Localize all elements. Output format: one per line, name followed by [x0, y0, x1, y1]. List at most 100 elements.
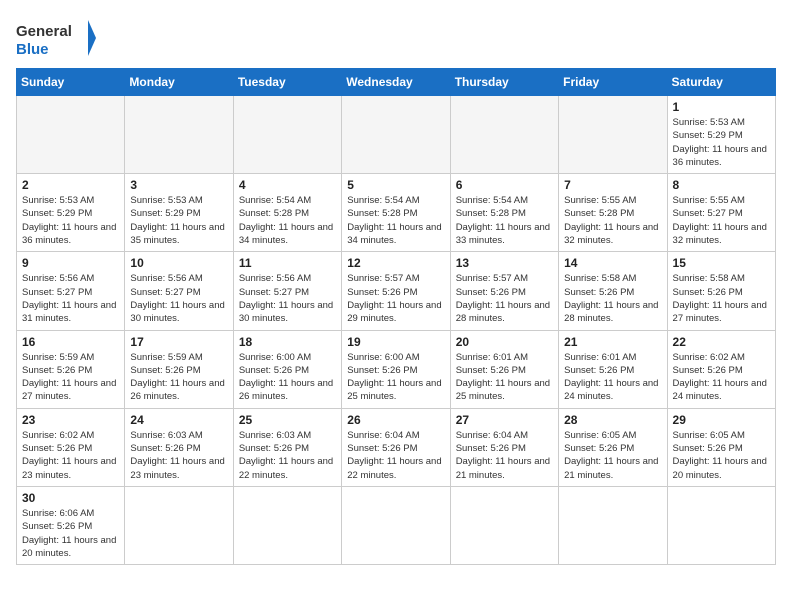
day-number: 7	[564, 178, 661, 192]
calendar-cell: 7 Sunrise: 5:55 AM Sunset: 5:28 PM Daylig…	[559, 174, 667, 252]
calendar-cell: 11 Sunrise: 5:56 AM Sunset: 5:27 PM Dayli…	[233, 252, 341, 330]
day-info: Sunrise: 6:00 AM Sunset: 5:26 PM Dayligh…	[239, 351, 336, 404]
calendar-cell: 3 Sunrise: 5:53 AM Sunset: 5:29 PM Daylig…	[125, 174, 233, 252]
calendar-row: 30 Sunrise: 6:06 AM Sunset: 5:26 PM Dayli…	[17, 486, 776, 564]
calendar-cell: 1Sunrise: 5:53 AM Sunset: 5:29 PM Daylig…	[667, 96, 775, 174]
day-info: Sunrise: 6:01 AM Sunset: 5:26 PM Dayligh…	[564, 351, 661, 404]
day-info: Sunrise: 5:56 AM Sunset: 5:27 PM Dayligh…	[22, 272, 119, 325]
day-number: 11	[239, 256, 336, 270]
weekday-header-friday: Friday	[559, 69, 667, 96]
day-info: Sunrise: 5:59 AM Sunset: 5:26 PM Dayligh…	[22, 351, 119, 404]
day-number: 16	[22, 335, 119, 349]
calendar-cell	[233, 96, 341, 174]
day-info: Sunrise: 5:54 AM Sunset: 5:28 PM Dayligh…	[456, 194, 553, 247]
day-number: 14	[564, 256, 661, 270]
calendar-cell: 22Sunrise: 6:02 AM Sunset: 5:26 PM Dayli…	[667, 330, 775, 408]
calendar-row: 9Sunrise: 5:56 AM Sunset: 5:27 PM Daylig…	[17, 252, 776, 330]
logo-svg: General Blue	[16, 16, 96, 60]
calendar-cell	[342, 486, 450, 564]
calendar-cell: 30 Sunrise: 6:06 AM Sunset: 5:26 PM Dayli…	[17, 486, 125, 564]
day-number: 4	[239, 178, 336, 192]
calendar-cell: 6 Sunrise: 5:54 AM Sunset: 5:28 PM Daylig…	[450, 174, 558, 252]
calendar-cell: 23Sunrise: 6:02 AM Sunset: 5:26 PM Dayli…	[17, 408, 125, 486]
calendar-cell: 28Sunrise: 6:05 AM Sunset: 5:26 PM Dayli…	[559, 408, 667, 486]
calendar-cell	[450, 486, 558, 564]
calendar-cell: 25 Sunrise: 6:03 AM Sunset: 5:26 PM Dayli…	[233, 408, 341, 486]
day-info: Sunrise: 6:05 AM Sunset: 5:26 PM Dayligh…	[564, 429, 661, 482]
calendar-cell: 8 Sunrise: 5:55 AM Sunset: 5:27 PM Daylig…	[667, 174, 775, 252]
weekday-header-sunday: Sunday	[17, 69, 125, 96]
day-number: 15	[673, 256, 770, 270]
calendar-cell	[17, 96, 125, 174]
day-number: 18	[239, 335, 336, 349]
calendar-cell: 14 Sunrise: 5:58 AM Sunset: 5:26 PM Dayli…	[559, 252, 667, 330]
day-info: Sunrise: 5:57 AM Sunset: 5:26 PM Dayligh…	[347, 272, 444, 325]
calendar-cell: 17 Sunrise: 5:59 AM Sunset: 5:26 PM Dayli…	[125, 330, 233, 408]
day-info: Sunrise: 5:55 AM Sunset: 5:27 PM Dayligh…	[673, 194, 770, 247]
calendar-row: 16 Sunrise: 5:59 AM Sunset: 5:26 PM Dayli…	[17, 330, 776, 408]
day-info: Sunrise: 5:53 AM Sunset: 5:29 PM Dayligh…	[673, 116, 770, 169]
day-info: Sunrise: 5:54 AM Sunset: 5:28 PM Dayligh…	[347, 194, 444, 247]
weekday-header-saturday: Saturday	[667, 69, 775, 96]
day-number: 27	[456, 413, 553, 427]
calendar-cell: 21 Sunrise: 6:01 AM Sunset: 5:26 PM Dayli…	[559, 330, 667, 408]
day-info: Sunrise: 6:03 AM Sunset: 5:26 PM Dayligh…	[239, 429, 336, 482]
day-number: 2	[22, 178, 119, 192]
calendar-cell: 5Sunrise: 5:54 AM Sunset: 5:28 PM Daylig…	[342, 174, 450, 252]
day-info: Sunrise: 5:56 AM Sunset: 5:27 PM Dayligh…	[239, 272, 336, 325]
day-info: Sunrise: 5:53 AM Sunset: 5:29 PM Dayligh…	[130, 194, 227, 247]
calendar-cell	[342, 96, 450, 174]
day-info: Sunrise: 6:04 AM Sunset: 5:26 PM Dayligh…	[456, 429, 553, 482]
day-number: 25	[239, 413, 336, 427]
calendar-cell: 2Sunrise: 5:53 AM Sunset: 5:29 PM Daylig…	[17, 174, 125, 252]
calendar-cell	[125, 486, 233, 564]
day-number: 6	[456, 178, 553, 192]
svg-text:Blue: Blue	[16, 41, 49, 58]
day-info: Sunrise: 5:58 AM Sunset: 5:26 PM Dayligh…	[673, 272, 770, 325]
day-number: 20	[456, 335, 553, 349]
day-info: Sunrise: 5:56 AM Sunset: 5:27 PM Dayligh…	[130, 272, 227, 325]
calendar-cell: 19 Sunrise: 6:00 AM Sunset: 5:26 PM Dayli…	[342, 330, 450, 408]
calendar-cell	[559, 96, 667, 174]
calendar-row: 1Sunrise: 5:53 AM Sunset: 5:29 PM Daylig…	[17, 96, 776, 174]
calendar-cell	[450, 96, 558, 174]
day-number: 19	[347, 335, 444, 349]
calendar-cell	[125, 96, 233, 174]
calendar-cell	[233, 486, 341, 564]
day-info: Sunrise: 6:02 AM Sunset: 5:26 PM Dayligh…	[673, 351, 770, 404]
calendar-cell: 9Sunrise: 5:56 AM Sunset: 5:27 PM Daylig…	[17, 252, 125, 330]
day-number: 26	[347, 413, 444, 427]
calendar-cell: 10Sunrise: 5:56 AM Sunset: 5:27 PM Dayli…	[125, 252, 233, 330]
day-info: Sunrise: 5:55 AM Sunset: 5:28 PM Dayligh…	[564, 194, 661, 247]
day-number: 21	[564, 335, 661, 349]
day-info: Sunrise: 5:57 AM Sunset: 5:26 PM Dayligh…	[456, 272, 553, 325]
day-number: 24	[130, 413, 227, 427]
day-number: 3	[130, 178, 227, 192]
calendar-cell: 27 Sunrise: 6:04 AM Sunset: 5:26 PM Dayli…	[450, 408, 558, 486]
day-number: 30	[22, 491, 119, 505]
calendar-row: 2 Sunrise: 5:53 AM Sunset: 5:29 PM Daylig…	[17, 174, 776, 252]
weekday-header-tuesday: Tuesday	[233, 69, 341, 96]
day-info: Sunrise: 5:54 AM Sunset: 5:28 PM Dayligh…	[239, 194, 336, 247]
day-info: Sunrise: 6:00 AM Sunset: 5:26 PM Dayligh…	[347, 351, 444, 404]
day-number: 17	[130, 335, 227, 349]
day-number: 13	[456, 256, 553, 270]
day-info: Sunrise: 5:58 AM Sunset: 5:26 PM Dayligh…	[564, 272, 661, 325]
day-info: Sunrise: 6:02 AM Sunset: 5:26 PM Dayligh…	[22, 429, 119, 482]
svg-text:General: General	[16, 23, 72, 40]
calendar-cell: 20 Sunrise: 6:01 AM Sunset: 5:26 PM Dayli…	[450, 330, 558, 408]
calendar-cell	[559, 486, 667, 564]
calendar-cell: 4 Sunrise: 5:54 AM Sunset: 5:28 PM Daylig…	[233, 174, 341, 252]
day-info: Sunrise: 6:01 AM Sunset: 5:26 PM Dayligh…	[456, 351, 553, 404]
weekday-header-wednesday: Wednesday	[342, 69, 450, 96]
day-info: Sunrise: 6:06 AM Sunset: 5:26 PM Dayligh…	[22, 507, 119, 560]
day-number: 8	[673, 178, 770, 192]
day-number: 29	[673, 413, 770, 427]
page-header: General Blue	[16, 16, 776, 60]
calendar-cell: 13 Sunrise: 5:57 AM Sunset: 5:26 PM Dayli…	[450, 252, 558, 330]
calendar-cell: 18 Sunrise: 6:00 AM Sunset: 5:26 PM Dayli…	[233, 330, 341, 408]
day-info: Sunrise: 6:03 AM Sunset: 5:26 PM Dayligh…	[130, 429, 227, 482]
day-info: Sunrise: 5:59 AM Sunset: 5:26 PM Dayligh…	[130, 351, 227, 404]
calendar-cell: 29Sunrise: 6:05 AM Sunset: 5:26 PM Dayli…	[667, 408, 775, 486]
calendar-cell: 16 Sunrise: 5:59 AM Sunset: 5:26 PM Dayli…	[17, 330, 125, 408]
